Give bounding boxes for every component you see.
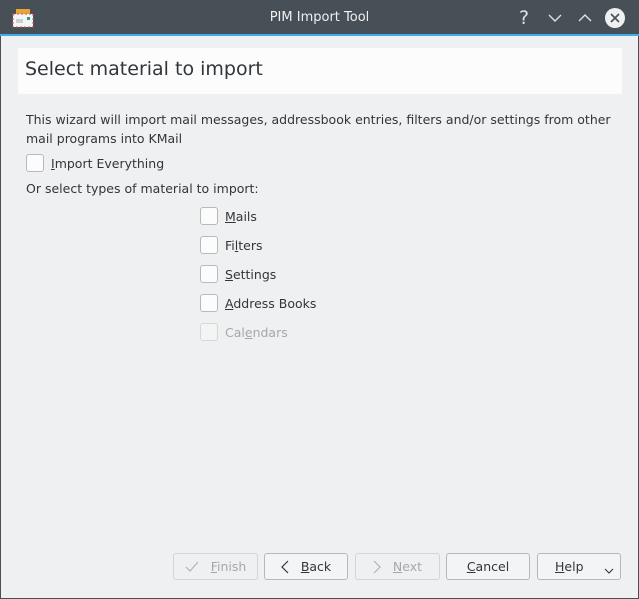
page-title: Select material to import — [25, 58, 263, 80]
checkbox-label: Import Everything — [51, 155, 165, 171]
checkbox-box[interactable] — [26, 154, 44, 172]
cancel-button[interactable]: Cancel — [446, 553, 530, 580]
back-button[interactable]: Back — [264, 553, 348, 580]
calendars-checkbox: Calendars — [200, 322, 288, 342]
next-button: Next — [355, 553, 440, 580]
mails-checkbox[interactable]: Mails — [200, 206, 257, 226]
maximize-icon[interactable] — [573, 6, 597, 30]
finish-button: Finish — [173, 553, 258, 580]
help-icon[interactable]: ? — [512, 6, 536, 30]
filters-checkbox[interactable]: Filters — [200, 235, 263, 255]
checkbox-box[interactable] — [200, 207, 218, 225]
help-button[interactable]: Help — [537, 553, 621, 580]
checkbox-box[interactable] — [200, 236, 218, 254]
checkbox-box[interactable] — [200, 294, 218, 312]
checkbox-label: Mails — [225, 208, 257, 224]
checkbox-box[interactable] — [200, 265, 218, 283]
minimize-icon[interactable] — [543, 6, 567, 30]
chevron-right-icon — [373, 560, 381, 574]
wizard-page: Select material to import This wizard wi… — [1, 36, 638, 598]
check-icon — [185, 561, 199, 573]
checkbox-label: Settings — [225, 266, 277, 282]
title-bar[interactable]: PIM Import Tool ? — [0, 0, 639, 36]
checkbox-box — [200, 323, 218, 341]
checkbox-label: Filters — [225, 237, 263, 253]
close-icon[interactable] — [603, 6, 627, 30]
intro-text: This wizard will import mail messages, a… — [26, 112, 611, 146]
address-books-checkbox[interactable]: Address Books — [200, 293, 316, 313]
page-header: Select material to import — [18, 48, 622, 94]
subheading: Or select types of material to import: — [26, 181, 259, 196]
import-everything-checkbox[interactable]: Import Everything — [26, 153, 164, 173]
chevron-left-icon — [280, 560, 289, 574]
checkbox-label: Address Books — [225, 295, 317, 311]
checkbox-label: Calendars — [225, 324, 288, 340]
chevron-down-icon[interactable] — [604, 563, 614, 578]
settings-checkbox[interactable]: Settings — [200, 264, 276, 284]
